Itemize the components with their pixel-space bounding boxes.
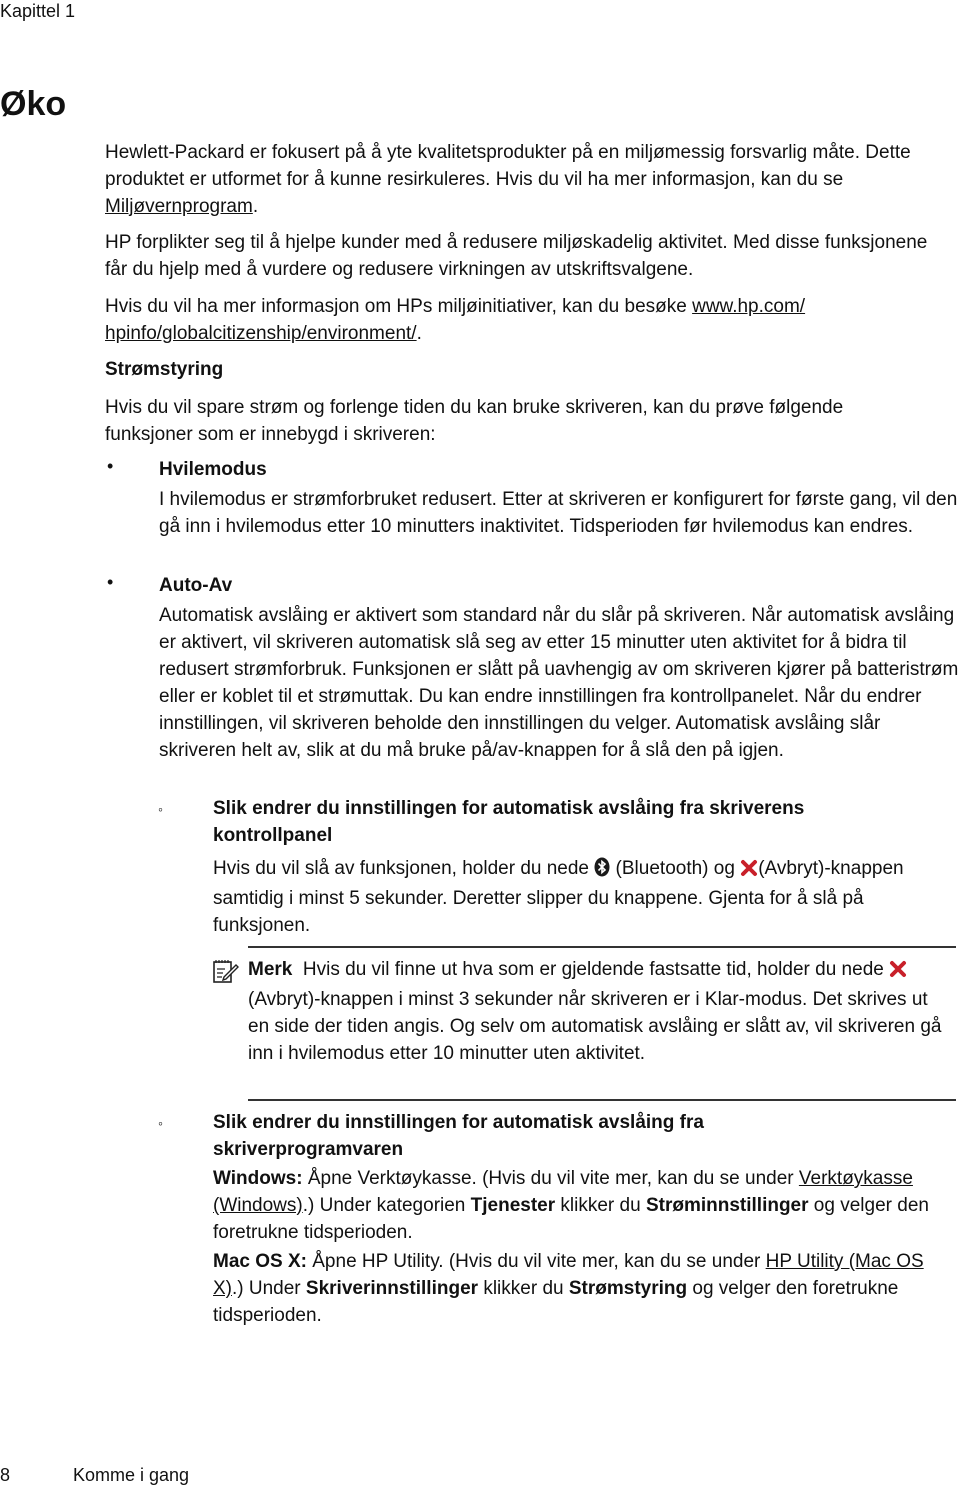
sub-text: (Bluetooth) og [610,858,741,879]
note-body: Merk Hvis du vil finne ut hva som er gje… [248,956,948,1067]
services-label: Tjenester [470,1195,556,1216]
text: Åpne HP Utility. (Hvis du vil vite mer, … [306,1251,766,1272]
power-intro: Hvis du vil spare strøm og forlenge tide… [105,397,844,445]
item-text-auto-off: Automatisk avslåing er aktivert som stan… [159,605,959,761]
item-title-sleep: Hvilemodus [159,459,267,480]
punct: . [416,323,422,344]
mac-label: Mac OS X: [213,1251,307,1272]
note-pencil-icon [212,958,240,989]
note-top-rule [248,946,956,948]
bullet-marker: • [107,572,114,592]
chapter-header: Kapittel 1 [0,1,76,21]
bullet-marker: • [107,456,114,476]
sub-bullet-marker: ◦ [158,1115,163,1131]
section-heading-power: Strømstyring [105,359,224,380]
sub-title-software: Slik endrer du innstillingen for automat… [213,1112,704,1160]
intro-paragraph-3: Hvis du vil ha mer informasjon om HPs mi… [105,293,935,347]
text: klikker du [478,1278,569,1299]
intro-paragraph-1: Hewlett-Packard er fokusert på å yte kva… [105,139,945,220]
intro-paragraph-2: HP forplikter seg til å hjelpe kunder me… [105,232,928,280]
text: Åpne Verktøykasse. (Hvis du vil vite mer… [302,1168,799,1189]
bluetooth-icon [594,857,610,885]
windows-label: Windows: [213,1168,303,1189]
text: klikker du [555,1195,646,1216]
sub-title-control-panel: Slik endrer du innstillingen for automat… [213,798,805,846]
power-management-label: Strømstyring [568,1278,688,1299]
intro-text: Hewlett-Packard er fokusert på å yte kva… [105,142,911,190]
intro-text: Hvis du vil ha mer informasjon om HPs mi… [105,296,693,317]
power-settings-label: Strøminnstillinger [645,1195,809,1216]
sub-text-windows: Windows: Åpne Verktøykasse. (Hvis du vil… [213,1165,958,1246]
text: .) Under kategorien [302,1195,471,1216]
text: .) Under [232,1278,306,1299]
cancel-x-icon [889,959,907,986]
note-label: Merk [248,959,293,980]
item-text-sleep: I hvilemodus er strømforbruket redusert.… [159,489,958,537]
sub-text-control-panel: Hvis du vil slå av funksjonen, holder du… [213,855,958,939]
item-title-auto-off: Auto-Av [159,575,233,596]
cancel-x-icon [740,858,758,885]
environment-program-link[interactable]: Miljøvernprogram [105,196,253,217]
printer-settings-label: Skriverinnstillinger [305,1278,479,1299]
sub-bullet-marker: ◦ [158,801,163,817]
note-bottom-rule [248,1099,956,1101]
footer-section-title: Komme i gang [73,1465,190,1485]
note-text: Hvis du vil finne ut hva som er gjeldend… [302,959,890,980]
page-number: 8 [0,1465,11,1485]
sub-text-mac: Mac OS X: Åpne HP Utility. (Hvis du vil … [213,1248,958,1329]
note-text: (Avbryt)-knappen i minst 3 sekunder når … [248,989,942,1064]
page-title: Øko [0,85,67,123]
punct: . [252,196,259,217]
sub-text: Hvis du vil slå av funksjonen, holder du… [213,858,595,879]
